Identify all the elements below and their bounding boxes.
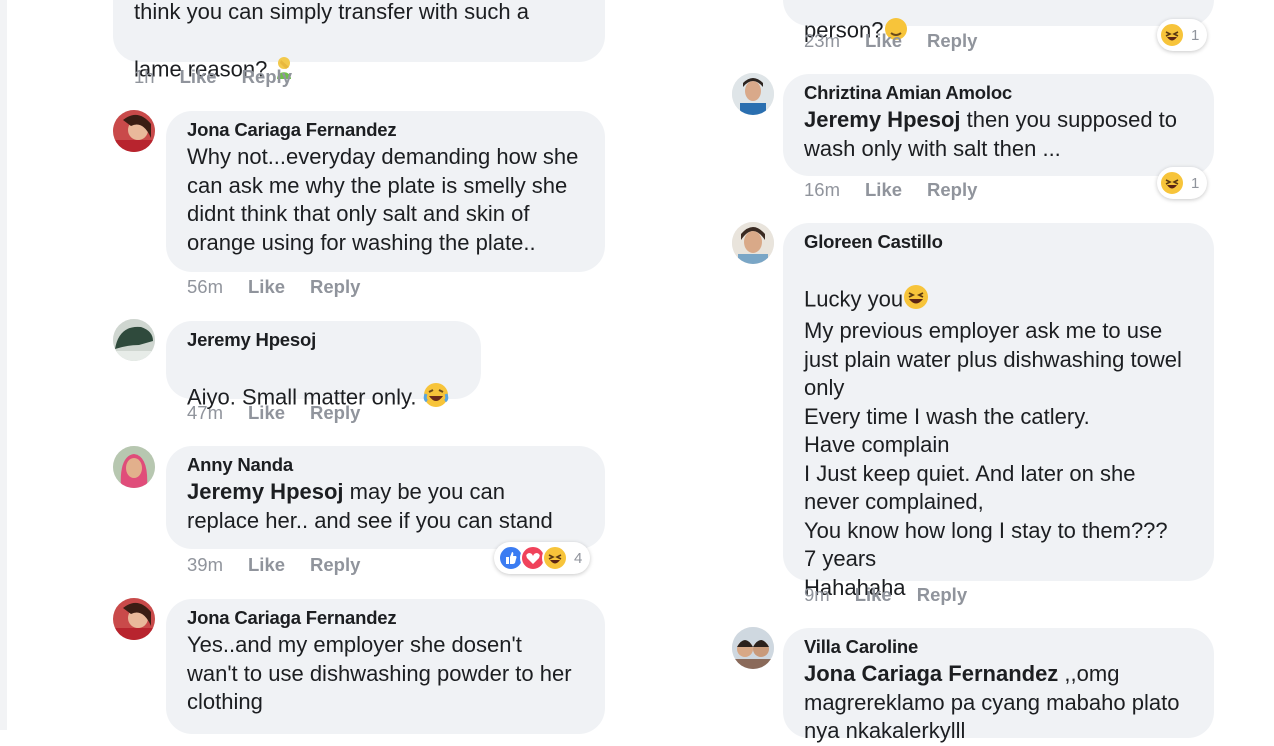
like-button[interactable]: Like (180, 66, 217, 88)
comment-timestamp: 56m (187, 276, 223, 297)
comment-timestamp: 39m (187, 554, 223, 575)
reaction-count: 1 (1191, 174, 1200, 192)
comment-meta: 9m Like Reply (804, 584, 967, 606)
avatar[interactable] (113, 446, 155, 488)
like-button[interactable]: Like (855, 584, 892, 606)
comment-bubble: Anny Nanda Jeremy Hpesoj may be you can … (166, 446, 605, 549)
reaction-summary[interactable]: 1 (1157, 19, 1208, 51)
comment-author[interactable]: Jona Cariaga Fernandez (187, 119, 585, 141)
avatar[interactable] (732, 73, 774, 115)
comment-meta: 47m Like Reply (187, 402, 360, 424)
reply-button[interactable]: Reply (310, 554, 360, 576)
reply-button[interactable]: Reply (310, 276, 360, 298)
mention-tag[interactable]: Jeremy Hpesoj (187, 479, 344, 504)
comment-author[interactable]: Jeremy Hpesoj (187, 329, 461, 351)
comment-text: Jona Cariaga Fernandez ,,omg magrereklam… (804, 661, 1180, 743)
comment-bubble: Chriztina Amian Amoloc Jeremy Hpesoj the… (783, 74, 1214, 176)
comment-meta: 1h Like Reply (134, 66, 292, 88)
like-button[interactable]: Like (248, 402, 285, 424)
reply-button[interactable]: Reply (927, 30, 977, 52)
comment-text: Jeremy Hpesoj then you supposed to wash … (804, 107, 1178, 161)
left-edge-divider (0, 0, 7, 730)
comment-text: Lucky you My previous employer ask me to… (804, 255, 1194, 602)
avatar[interactable] (732, 222, 774, 264)
comment-bubble: Jeremy Hpesoj Aiyo. Small matter only. (166, 321, 481, 410)
comment-author[interactable]: Jona Cariaga Fernandez (187, 607, 585, 629)
comment-bubble: Villa Caroline Jona Cariaga Fernandez ,,… (783, 628, 1214, 743)
comment-timestamp: 1h (134, 66, 155, 87)
comment-author[interactable]: Villa Caroline (804, 636, 1194, 658)
comment-author[interactable]: Gloreen Castillo (804, 231, 1194, 253)
comment-meta: 39m Like Reply (187, 554, 360, 576)
reply-button[interactable]: Reply (310, 402, 360, 424)
grinning-squint-emoji-icon (903, 255, 929, 317)
comment-bubble: Gloreen Castillo Lucky you My previous e… (783, 223, 1214, 600)
laughing-tears-emoji-icon (423, 353, 449, 415)
like-button[interactable]: Like (865, 179, 902, 201)
avatar[interactable] (732, 627, 774, 669)
comment-meta: 23m Like Reply (804, 30, 977, 52)
comment-timestamp: 23m (804, 30, 840, 51)
avatar[interactable] (113, 110, 155, 152)
avatar[interactable] (113, 319, 155, 361)
comment-text: Why not...everyday demanding how she can… (187, 144, 579, 255)
like-button[interactable]: Like (248, 554, 285, 576)
comment-timestamp: 47m (187, 402, 223, 423)
comment-text: Yes..and my employer she dosen't wan't t… (187, 632, 572, 714)
comment-meta: 16m Like Reply (804, 179, 977, 201)
like-button[interactable]: Like (865, 30, 902, 52)
like-button[interactable]: Like (248, 276, 285, 298)
reaction-summary[interactable]: 4 (494, 542, 591, 574)
comment-text: Jeremy Hpesoj may be you can replace her… (187, 479, 553, 533)
comment-timestamp: 16m (804, 179, 840, 200)
comment-timestamp: 9m (804, 584, 830, 605)
reply-button[interactable]: Reply (917, 584, 967, 606)
reaction-summary[interactable]: 1 (1157, 167, 1208, 199)
avatar[interactable] (113, 598, 155, 640)
comment-bubble: Jona Cariaga Fernandez Why not...everyda… (166, 111, 605, 272)
reply-button[interactable]: Reply (927, 179, 977, 201)
comment-author[interactable]: Chriztina Amian Amoloc (804, 82, 1194, 104)
comment-meta: 56m Like Reply (187, 276, 360, 298)
comment-bubble: Jona Cariaga Fernandez Yes..and my emplo… (166, 599, 605, 734)
reaction-count: 4 (574, 549, 583, 567)
reaction-count: 1 (1191, 26, 1200, 44)
haha-reaction-icon (542, 545, 568, 571)
haha-reaction-icon (1159, 22, 1185, 48)
haha-reaction-icon (1159, 170, 1185, 196)
comment-author[interactable]: Anny Nanda (187, 454, 585, 476)
reply-button[interactable]: Reply (242, 66, 292, 88)
comment-bubble: think you can simply transfer with such … (113, 0, 605, 81)
mention-tag[interactable]: Jona Cariaga Fernandez (804, 661, 1058, 686)
mention-tag[interactable]: Jeremy Hpesoj (804, 107, 961, 132)
comment-bubble: person? (783, 0, 1214, 43)
